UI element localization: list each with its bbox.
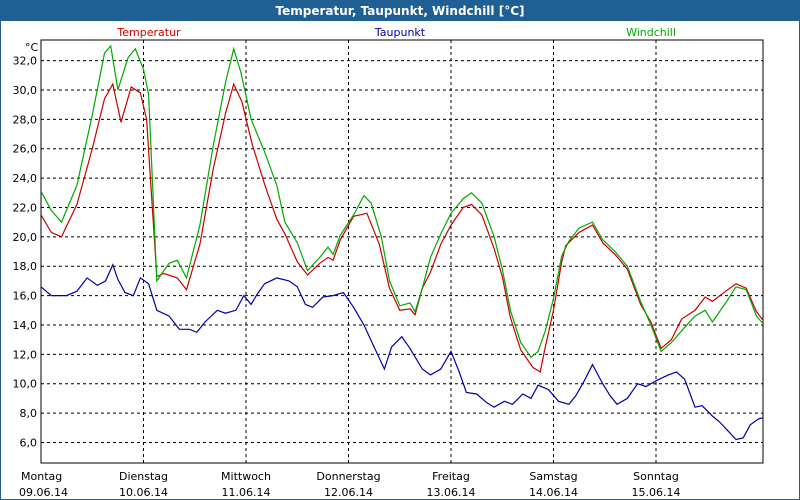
legend-item-taupunkt: Taupunkt [374, 26, 426, 39]
series-line-windchill [41, 44, 763, 359]
x-tick-label-date: 13.06.14 [427, 486, 476, 499]
y-tick-label: 6,0 [20, 436, 38, 449]
x-tick-label-date: 14.06.14 [529, 486, 578, 499]
y-axis-unit-label: °C [25, 41, 39, 54]
y-tick-label: 14,0 [13, 319, 38, 332]
x-tick-label-date: 10.06.14 [119, 486, 168, 499]
y-tick-label: 12,0 [13, 348, 38, 361]
y-tick-label: 20,0 [13, 231, 38, 244]
y-tick-label: 24,0 [13, 172, 38, 185]
y-tick-label: 30,0 [13, 84, 38, 97]
y-tick-label: 32,0 [13, 55, 38, 68]
chart-window: Temperatur, Taupunkt, Windchill [°C] 6,0… [0, 0, 800, 500]
chart-title: Temperatur, Taupunkt, Windchill [°C] [1, 1, 799, 21]
x-tick-label-date: 15.06.14 [632, 486, 681, 499]
x-tick-label-day: Sonntag [633, 470, 679, 483]
legend-item-temperatur: Temperatur [116, 26, 181, 39]
x-tick-label-day: Samstag [529, 470, 577, 483]
x-tick-label-day: Donnerstag [316, 470, 380, 483]
x-tick-label-day: Mittwoch [221, 470, 271, 483]
legend: Temperatur Taupunkt Windchill [116, 26, 676, 39]
x-tick-label-date: 09.06.14 [19, 486, 68, 499]
line-chart: 6,0 8,0 10,0 12,0 14,0 16,0 18,0 20,0 22,0 24,0 26… [13, 26, 764, 499]
x-tick-label-date: 11.06.14 [222, 486, 271, 499]
series-lines [41, 44, 763, 441]
y-tick-label: 18,0 [13, 260, 38, 273]
x-tick-label-date: 12.06.14 [324, 486, 373, 499]
y-tick-label: 22,0 [13, 201, 38, 214]
y-tick-label: 26,0 [13, 143, 38, 156]
x-tick-label-day: Dienstag [119, 470, 168, 483]
y-tick-label: 16,0 [13, 290, 38, 303]
y-tick-label: 10,0 [13, 378, 38, 391]
y-tick-label: 8,0 [20, 407, 38, 420]
x-tick-label-day: Freitag [432, 470, 470, 483]
series-line-taupunkt [41, 263, 763, 441]
legend-item-windchill: Windchill [626, 26, 676, 39]
x-tick-label-day: Montag [21, 470, 62, 483]
y-tick-label: 28,0 [13, 113, 38, 126]
